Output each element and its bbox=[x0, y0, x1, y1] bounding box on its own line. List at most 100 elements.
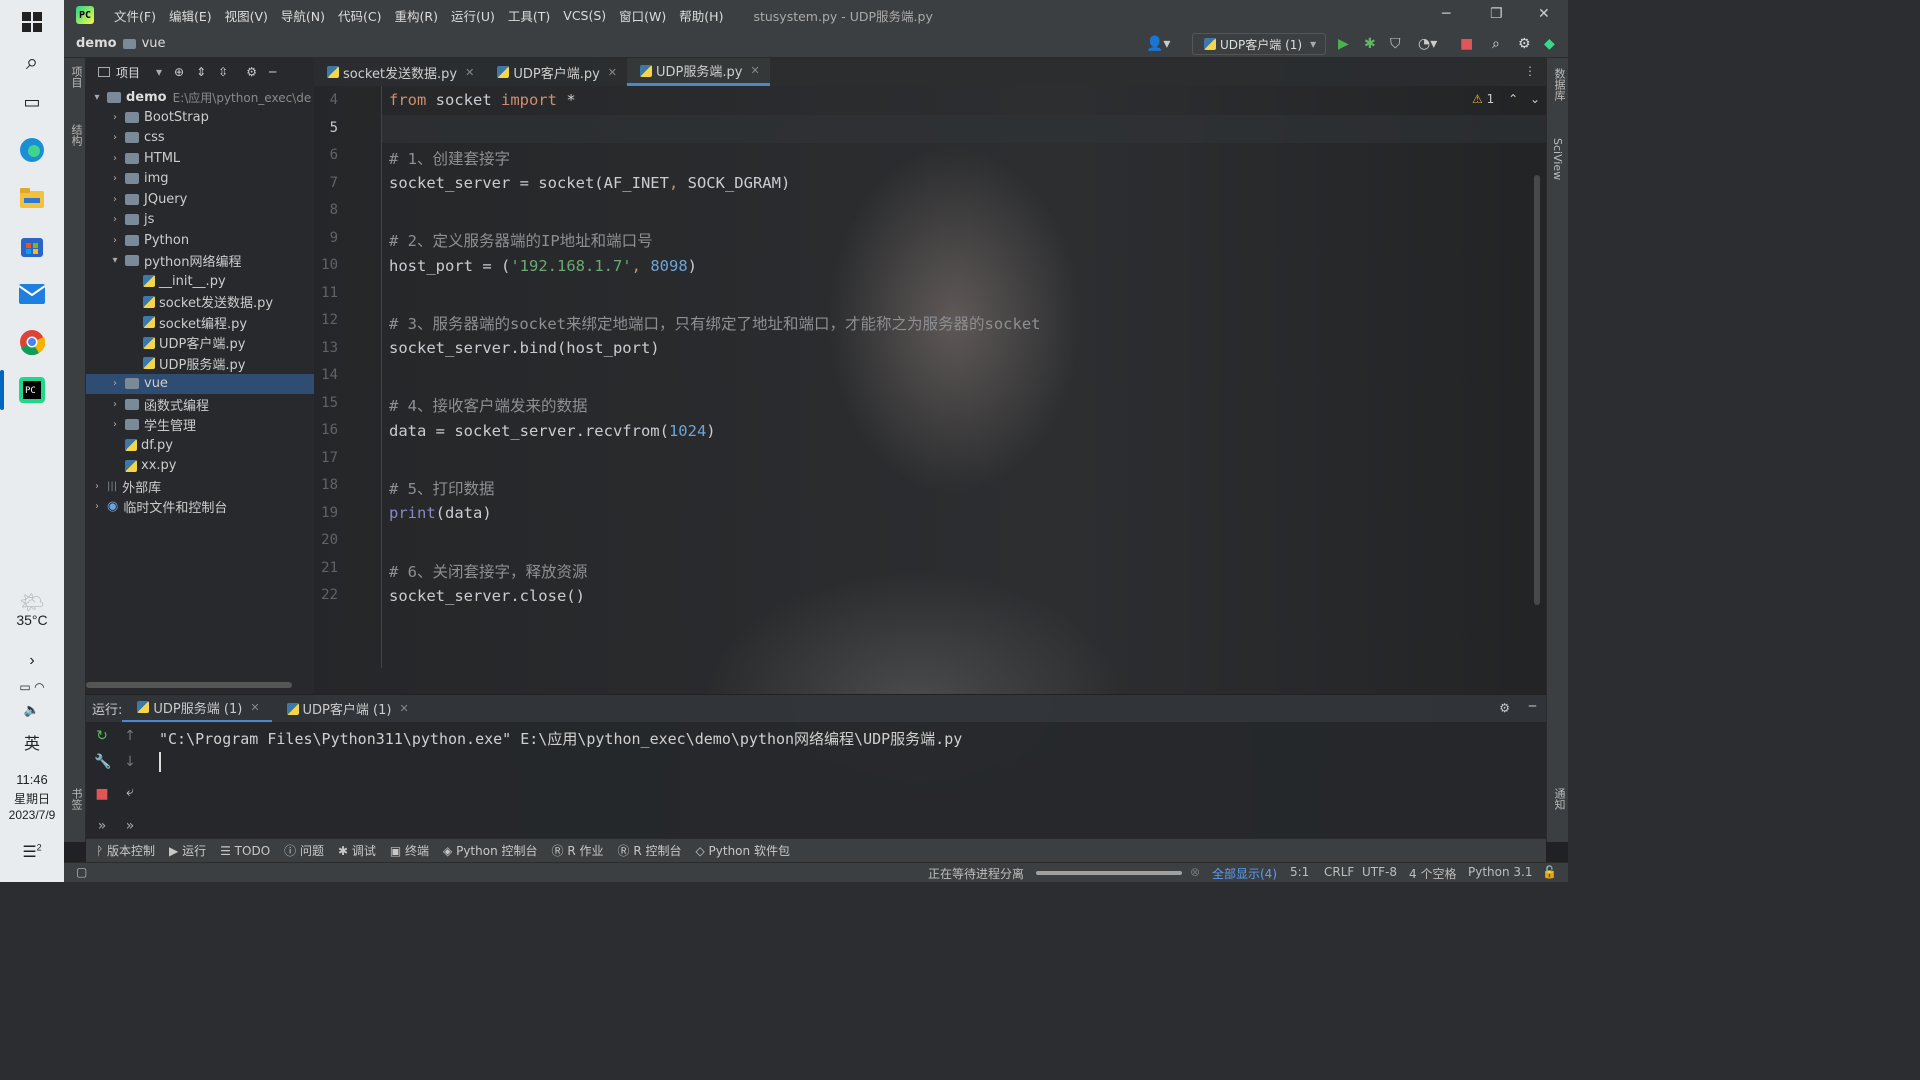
chevron-right-icon[interactable]: › bbox=[108, 153, 122, 164]
more-icon[interactable]: » bbox=[122, 818, 138, 834]
volume-icon[interactable]: 🔈 bbox=[0, 702, 64, 718]
hide-panel-icon[interactable]: ─ bbox=[269, 65, 276, 79]
tool-tab-r-console[interactable]: Ⓡ R 控制台 bbox=[618, 842, 682, 859]
tree-item[interactable]: xx.py bbox=[86, 456, 314, 476]
file-explorer-icon[interactable] bbox=[16, 182, 48, 214]
tool-tab-debug[interactable]: ✱ 调试 bbox=[338, 842, 376, 859]
expand-all-icon[interactable]: ⇕ bbox=[196, 65, 206, 79]
breadcrumb-root[interactable]: demo bbox=[76, 36, 117, 51]
tree-item[interactable]: › 学生管理 bbox=[86, 415, 314, 435]
search-icon[interactable]: ⌕ bbox=[16, 46, 48, 78]
menu-tools[interactable]: 工具(T) bbox=[508, 6, 550, 25]
debug-icon[interactable]: ✱ bbox=[1364, 36, 1376, 52]
search-everywhere-icon[interactable]: ⌕ bbox=[1492, 36, 1500, 52]
locate-icon[interactable]: ⊕ bbox=[174, 65, 184, 79]
tree-item[interactable]: socket编程.py bbox=[86, 312, 314, 332]
more-icon[interactable]: » bbox=[94, 818, 110, 834]
menu-refactor[interactable]: 重构(R) bbox=[395, 6, 438, 25]
layout-icon[interactable]: ▢ bbox=[76, 865, 87, 879]
tool-tab-python-packages[interactable]: ◇ Python 软件包 bbox=[695, 842, 789, 859]
pycharm-assist-icon[interactable]: ◆ bbox=[1544, 36, 1555, 52]
tree-item[interactable]: UDP服务端.py bbox=[86, 353, 314, 373]
notifications-tool-tab[interactable]: 通知 bbox=[1551, 788, 1567, 810]
arrow-up-icon[interactable]: ↑ bbox=[122, 728, 138, 744]
menu-file[interactable]: 文件(F) bbox=[114, 6, 156, 25]
menu-run[interactable]: 运行(U) bbox=[451, 6, 495, 25]
tool-tab-problems[interactable]: ⓘ 问题 bbox=[284, 842, 324, 859]
tree-item[interactable]: › vue bbox=[86, 373, 314, 394]
tree-item[interactable]: › js bbox=[86, 210, 314, 230]
sciview-tool-tab[interactable]: SciView bbox=[1551, 138, 1564, 180]
hide-panel-icon[interactable]: ─ bbox=[1529, 699, 1536, 713]
close-tab-icon[interactable]: ✕ bbox=[608, 66, 617, 79]
gear-icon[interactable]: ⚙ bbox=[1499, 701, 1510, 715]
tree-item[interactable]: __init__.py bbox=[86, 271, 314, 291]
chevron-right-icon[interactable]: › bbox=[0, 652, 64, 670]
tree-item[interactable]: › JQuery bbox=[86, 189, 314, 209]
tab-udp-client[interactable]: UDP客户端.py ✕ bbox=[484, 58, 627, 86]
chevron-right-icon[interactable]: › bbox=[108, 419, 122, 430]
menu-view[interactable]: 视图(V) bbox=[225, 6, 268, 25]
arrow-down-icon[interactable]: ↓ bbox=[122, 754, 138, 770]
stop-icon[interactable]: ■ bbox=[94, 786, 110, 802]
tree-item[interactable]: › ||| 外部库 bbox=[86, 476, 314, 496]
caret-position[interactable]: 5:1 bbox=[1290, 865, 1309, 879]
bookmarks-tool-tab[interactable]: 书签 bbox=[68, 788, 84, 810]
coverage-icon[interactable]: ⛉ bbox=[1390, 36, 1401, 52]
line-separator[interactable]: CRLF bbox=[1324, 865, 1354, 879]
chevron-right-icon[interactable]: › bbox=[90, 501, 104, 512]
breadcrumb-child[interactable]: vue bbox=[142, 36, 166, 51]
show-all-link[interactable]: 全部显示(4) bbox=[1212, 865, 1277, 882]
chevron-right-icon[interactable]: › bbox=[108, 235, 122, 246]
ime-indicator[interactable]: 英 bbox=[0, 730, 64, 754]
python-interpreter[interactable]: Python 3.1 bbox=[1468, 865, 1533, 879]
chevron-right-icon[interactable]: › bbox=[108, 378, 122, 389]
chrome-icon[interactable] bbox=[16, 326, 48, 358]
run-icon[interactable]: ▶ bbox=[1338, 36, 1349, 52]
tool-tab-todo[interactable]: ☰ TODO bbox=[220, 844, 270, 858]
project-tool-tab[interactable]: 项目 bbox=[68, 66, 84, 88]
chevron-right-icon[interactable]: › bbox=[108, 214, 122, 225]
tree-item[interactable]: socket发送数据.py bbox=[86, 292, 314, 312]
edge-browser-icon[interactable] bbox=[16, 134, 48, 166]
tree-item[interactable]: › Python bbox=[86, 230, 314, 250]
mail-icon[interactable] bbox=[16, 278, 48, 310]
windows-start-icon[interactable] bbox=[16, 6, 48, 38]
database-tool-tab[interactable]: 数据库 bbox=[1551, 68, 1567, 101]
tree-item[interactable]: › ◉ 临时文件和控制台 bbox=[86, 497, 314, 517]
close-icon[interactable]: ✕ bbox=[1538, 6, 1550, 22]
chevron-down-icon[interactable]: ▾ bbox=[156, 65, 162, 79]
close-tab-icon[interactable]: ✕ bbox=[750, 64, 759, 77]
chevron-right-icon[interactable]: › bbox=[108, 194, 122, 205]
minimize-icon[interactable]: ─ bbox=[1442, 6, 1450, 22]
run-tab-udp-server[interactable]: UDP服务端 (1) ✕ bbox=[122, 695, 272, 723]
tool-tab-vcs[interactable]: ᚹ 版本控制 bbox=[96, 842, 155, 859]
tree-item[interactable]: ▾ python网络编程 bbox=[86, 251, 314, 271]
tree-item[interactable]: › css bbox=[86, 128, 314, 148]
battery-wifi-icon[interactable]: ▭ ◠ bbox=[0, 680, 64, 694]
wrench-icon[interactable]: 🔧 bbox=[94, 754, 111, 770]
menu-edit[interactable]: 编辑(E) bbox=[169, 6, 212, 25]
store-icon[interactable] bbox=[16, 230, 48, 262]
tree-item[interactable]: › HTML bbox=[86, 148, 314, 168]
chevron-right-icon[interactable]: › bbox=[108, 173, 122, 184]
chevron-down-icon[interactable]: ▾ bbox=[108, 255, 122, 266]
gear-icon[interactable]: ⚙ bbox=[246, 65, 257, 79]
tab-socket-send[interactable]: socket发送数据.py ✕ bbox=[314, 58, 484, 86]
tool-tab-run[interactable]: ▶ 运行 bbox=[169, 842, 206, 859]
clock-time[interactable]: 11:46 bbox=[0, 772, 64, 787]
chevron-right-icon[interactable]: › bbox=[108, 112, 122, 123]
chevron-right-icon[interactable]: › bbox=[90, 481, 104, 492]
tool-tab-r-jobs[interactable]: Ⓡ R 作业 bbox=[552, 842, 604, 859]
tool-tab-terminal[interactable]: ▣ 终端 bbox=[390, 842, 429, 859]
close-tab-icon[interactable]: ✕ bbox=[250, 701, 259, 714]
tree-item[interactable]: › 函数式编程 bbox=[86, 394, 314, 414]
settings-gear-icon[interactable]: ⚙ bbox=[1518, 36, 1531, 52]
tree-item[interactable]: UDP客户端.py bbox=[86, 333, 314, 353]
menu-vcs[interactable]: VCS(S) bbox=[563, 8, 606, 23]
soft-wrap-icon[interactable]: ⤶ bbox=[122, 784, 138, 800]
rerun-icon[interactable]: ↻ bbox=[94, 728, 110, 744]
notification-icon[interactable]: ☰2 bbox=[0, 842, 64, 862]
restore-icon[interactable]: ❐ bbox=[1490, 6, 1503, 22]
menu-window[interactable]: 窗口(W) bbox=[619, 6, 666, 25]
